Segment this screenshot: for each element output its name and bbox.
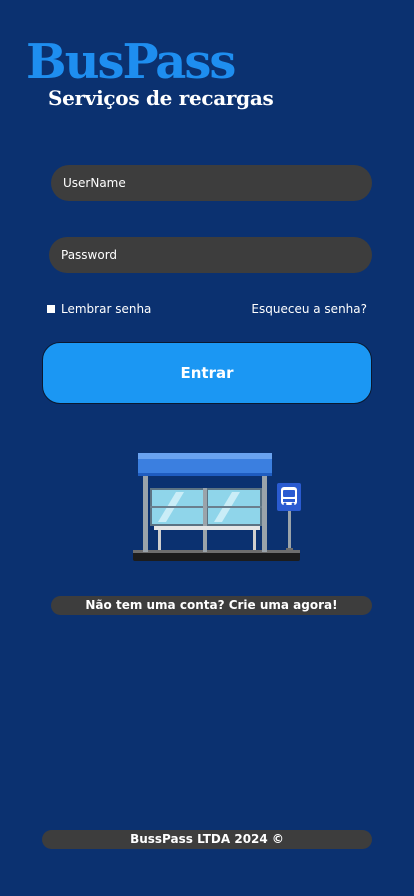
checkbox-icon[interactable]	[47, 305, 55, 313]
app-subtitle: Serviços de recargas	[48, 86, 274, 110]
password-input[interactable]	[49, 237, 372, 273]
bus-stop-icon	[133, 453, 301, 561]
login-button[interactable]: Entrar	[42, 342, 372, 404]
forgot-password-link[interactable]: Esqueceu a senha?	[251, 302, 367, 316]
signup-link[interactable]: Não tem uma conta? Crie uma agora!	[51, 596, 372, 615]
footer-copyright: BussPass LTDA 2024 ©	[42, 830, 372, 849]
app-logo: BusPass	[26, 34, 236, 90]
remember-password-label: Lembrar senha	[61, 302, 152, 316]
remember-password-checkbox[interactable]: Lembrar senha	[47, 302, 151, 316]
username-input[interactable]	[51, 165, 372, 201]
